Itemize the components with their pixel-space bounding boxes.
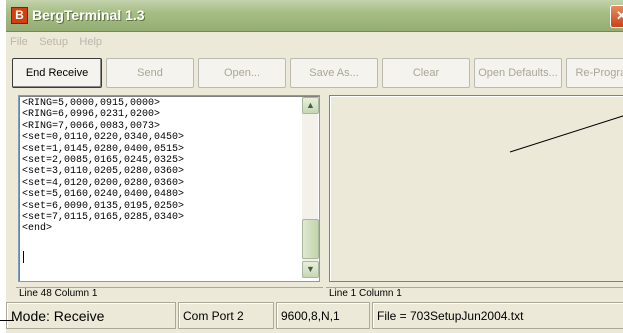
menu-help[interactable]: Help: [75, 33, 105, 48]
right-position-status: Line 1 Column 1: [326, 287, 623, 301]
chevron-up-icon: ▲: [306, 100, 315, 110]
status-bar: Mode: Receive Com Port 2 9600,8,N,1 File…: [6, 302, 623, 331]
menu-setup[interactable]: Setup: [35, 33, 71, 48]
send-button[interactable]: Send: [106, 58, 194, 88]
scroll-thumb[interactable]: [302, 219, 319, 259]
window-title: BergTerminal 1.3: [32, 7, 145, 23]
log-line: <RING=5,0000,0915,0000>: [22, 98, 161, 109]
log-line: <set=2,0085,0165,0245,0325>: [22, 155, 185, 167]
text-caret: [23, 251, 24, 263]
clear-button[interactable]: Clear: [382, 58, 470, 88]
receive-log-text[interactable]: <RING=5,0000,0915,0000> <RING=6,0996,023…: [22, 98, 184, 235]
log-line: <set=5,0160,0240,0400,0480>: [22, 189, 185, 201]
app-window: B BergTerminal 1.3 ✕ File Setup Help End…: [6, 0, 623, 333]
graph-canvas: [509, 115, 623, 153]
title-bar[interactable]: B BergTerminal 1.3 ✕: [6, 0, 623, 32]
status-mode: Mode: Receive: [6, 302, 176, 329]
menu-file[interactable]: File: [6, 33, 31, 48]
app-icon[interactable]: B: [11, 7, 28, 24]
left-position-status: Line 48 Column 1: [16, 287, 323, 301]
chevron-down-icon: ▼: [306, 264, 315, 274]
status-com-port: Com Port 2: [178, 302, 274, 329]
graph-line: [509, 115, 623, 153]
log-line: <end>: [22, 223, 53, 235]
open-button[interactable]: Open...: [198, 58, 286, 88]
re-program-button[interactable]: Re-Program...: [566, 58, 623, 88]
log-line: <set=7,0115,0165,0285,0340>: [22, 212, 185, 224]
status-port-settings: 9600,8,N,1: [276, 302, 370, 329]
receive-log-pane[interactable]: <RING=5,0000,0915,0000> <RING=6,0996,023…: [18, 95, 320, 282]
end-receive-button[interactable]: End Receive: [12, 58, 102, 88]
status-file: File = 703SetupJun2004.txt: [372, 302, 623, 329]
vertical-scrollbar[interactable]: ▲ ▼: [302, 97, 319, 278]
log-line: <set=1,0145,0280,0400,0515>: [22, 143, 185, 155]
menu-bar: File Setup Help: [6, 32, 623, 50]
graph-pane: [329, 95, 623, 282]
log-line: <RING=7,0066,0083,0073>: [22, 120, 161, 132]
log-line: <set=0,0110,0220,0340,0450>: [22, 132, 185, 144]
external-line: [0, 320, 14, 321]
log-line: <set=6,0090,0135,0195,0250>: [22, 200, 185, 212]
toolbar: End Receive Send Open... Save As... Clea…: [12, 58, 623, 88]
log-line: <set=4,0120,0200,0280,0360>: [22, 177, 185, 189]
log-line: <set=3,0110,0205,0280,0360>: [22, 166, 185, 178]
close-icon: ✕: [616, 8, 623, 23]
open-defaults-button[interactable]: Open Defaults...: [474, 58, 562, 88]
scroll-up-button[interactable]: ▲: [302, 97, 319, 114]
close-button[interactable]: ✕: [610, 5, 623, 28]
scroll-down-button[interactable]: ▼: [302, 261, 319, 278]
log-line: <RING=6,0996,0231,0200>: [22, 109, 161, 121]
save-as-button[interactable]: Save As...: [290, 58, 378, 88]
